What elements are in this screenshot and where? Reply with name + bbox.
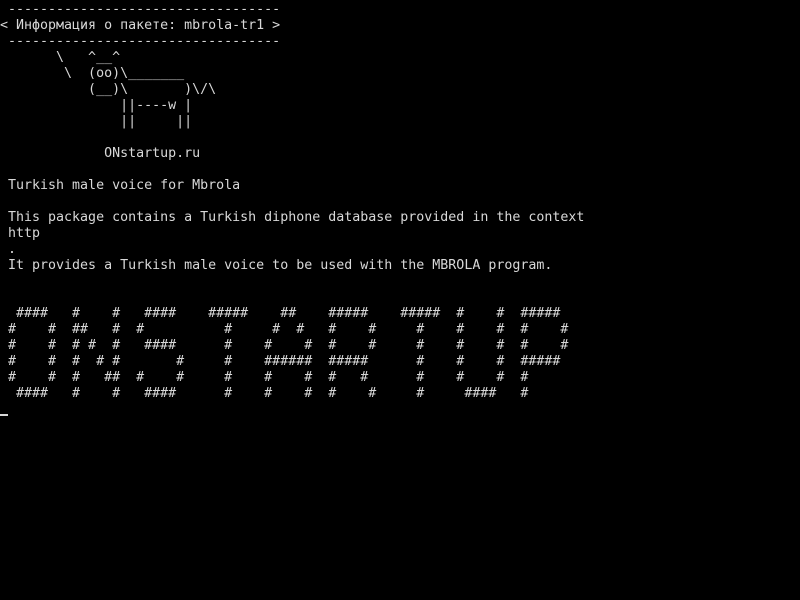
banner-art-line-6: #### # # #### # # # # # # #### # bbox=[0, 386, 529, 401]
cow-art-line-1: \ ^__^ bbox=[0, 50, 121, 65]
package-description-line-3: . bbox=[0, 242, 17, 257]
terminal-screen[interactable]: ---------------------------------- < Инф… bbox=[0, 2, 800, 600]
banner-art-line-1: #### # # #### ##### ## ##### ##### # # #… bbox=[0, 306, 561, 321]
text-cursor bbox=[0, 414, 8, 416]
banner-art-line-4: # # # # # # # ###### ##### # # # ##### bbox=[0, 354, 561, 369]
cowsay-package-info-title: < Информация о пакете: mbrola-tr1 > bbox=[0, 18, 281, 33]
banner-art-line-2: # # ## # # # # # # # # # # # # bbox=[0, 322, 569, 337]
cow-art-line-4: ||----w | bbox=[0, 98, 193, 113]
package-description-line-4: It provides a Turkish male voice to be u… bbox=[0, 258, 553, 273]
banner-art-line-3: # # # # # #### # # # # # # # # # # bbox=[0, 338, 569, 353]
package-description-line-2: http bbox=[0, 226, 41, 241]
cowsay-border-top: ---------------------------------- bbox=[0, 2, 281, 17]
banner-art-line-5: # # # ## # # # # # # # # # # # bbox=[0, 370, 529, 385]
site-name: ONstartup.ru bbox=[0, 146, 201, 161]
package-description-line-1: This package contains a Turkish diphone … bbox=[0, 210, 585, 225]
cow-art-line-3: (__)\ )\/\ bbox=[0, 82, 217, 97]
package-summary: Turkish male voice for Mbrola bbox=[0, 178, 241, 193]
cow-art-line-5: || || bbox=[0, 114, 193, 129]
cowsay-border-bottom: ---------------------------------- bbox=[0, 34, 281, 49]
cow-art-line-2: \ (oo)\_______ bbox=[0, 66, 185, 81]
